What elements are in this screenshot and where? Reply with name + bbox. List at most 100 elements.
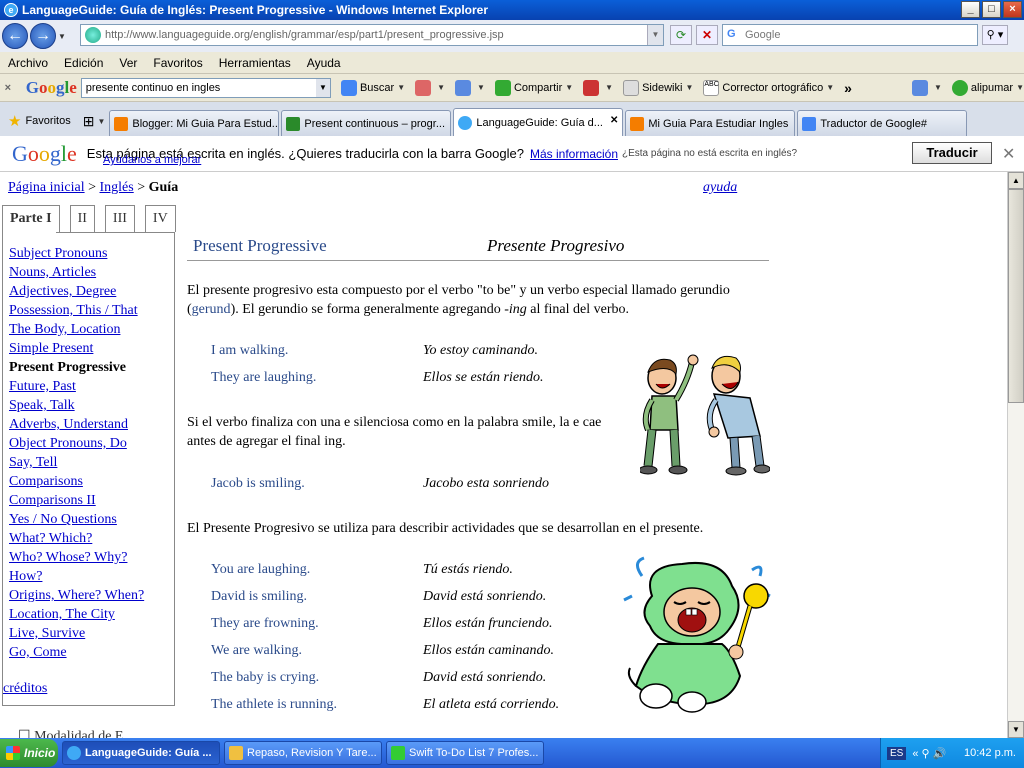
taskbar-item-repaso[interactable]: Repaso, Revision Y Tare... xyxy=(224,741,382,765)
example-en[interactable]: You are laughing. xyxy=(211,562,310,578)
sidebar-item-adjectives-degree[interactable]: Adjectives, Degree xyxy=(9,282,144,301)
sidebar-item-subject-pronouns[interactable]: Subject Pronouns xyxy=(9,244,144,263)
example-en[interactable]: The athlete is running. xyxy=(211,697,337,713)
sidebar-item-how[interactable]: How? xyxy=(9,567,144,586)
sidebar-item-present-progressive: Present Progressive xyxy=(9,360,127,375)
search-go-button[interactable]: ⚲ ▾ xyxy=(982,25,1008,45)
google-search-dropdown-icon[interactable]: ▼ xyxy=(315,78,330,97)
tab-languageguide[interactable]: LanguageGuide: Guía d... ✕ xyxy=(453,108,624,136)
tab-parte-3[interactable]: III xyxy=(104,205,135,232)
taskbar-item-swift-todo[interactable]: Swift To-Do List 7 Profes... xyxy=(386,741,544,765)
start-button[interactable]: Inicio xyxy=(0,739,58,767)
tab-close-icon[interactable]: ✕ xyxy=(610,115,618,126)
tab-parte-4[interactable]: IV xyxy=(144,205,176,232)
translate-close-icon[interactable]: ✕ xyxy=(1002,144,1015,164)
sidebar-item-location-city[interactable]: Location, The City xyxy=(9,605,144,624)
globe-icon xyxy=(458,115,473,130)
example-es: Ellos se están riendo. xyxy=(423,370,544,385)
tab-traductor[interactable]: Traductor de Google# xyxy=(797,110,968,136)
address-bar[interactable]: http://www.languageguide.org/english/gra… xyxy=(80,24,664,46)
sidebar-item-speak-talk[interactable]: Speak, Talk xyxy=(9,396,144,415)
menu-herramientas[interactable]: Herramientas xyxy=(211,56,299,70)
example-en[interactable]: The baby is crying. xyxy=(211,670,319,686)
gerund-link[interactable]: gerund xyxy=(192,302,231,317)
settings-button[interactable]: ▼ xyxy=(911,79,942,96)
page-scrollbar[interactable]: ▲ ▼ xyxy=(1007,172,1024,738)
sidebar-item-live-survive[interactable]: Live, Survive xyxy=(9,624,144,643)
minimize-button[interactable]: _ xyxy=(961,1,980,18)
quick-tabs-button[interactable]: ⊞ ▼ xyxy=(79,106,110,136)
taskbar-item-languageguide[interactable]: LanguageGuide: Guía ... xyxy=(62,741,220,765)
history-dropdown-icon[interactable]: ▼ xyxy=(56,32,68,41)
language-indicator[interactable]: ES xyxy=(887,746,907,760)
refresh-button[interactable]: ⟳ xyxy=(670,25,692,45)
popup-blocker-button[interactable]: ▼ xyxy=(583,79,613,96)
credits-link[interactable]: créditos xyxy=(3,681,47,697)
tab-parte-2[interactable]: II xyxy=(69,205,95,232)
help-link[interactable]: ayuda xyxy=(703,180,737,196)
tab-present-continuous[interactable]: Present continuous – progr... xyxy=(281,110,452,136)
maximize-button[interactable]: □ xyxy=(982,1,1001,18)
favorites-button[interactable]: ★ Favoritos xyxy=(0,106,79,136)
sidebar-item-origins[interactable]: Origins, Where? When? xyxy=(9,586,144,605)
menu-archivo[interactable]: Archivo xyxy=(0,56,56,70)
user-button[interactable]: alipumar ▼ xyxy=(951,79,1024,96)
scroll-up-icon[interactable]: ▲ xyxy=(1008,172,1024,189)
scroll-thumb[interactable] xyxy=(1008,189,1024,403)
sidebar-item-go-come[interactable]: Go, Come xyxy=(9,643,144,662)
example-en[interactable]: David is smiling. xyxy=(211,589,307,605)
sidebar-item-say-tell[interactable]: Say, Tell xyxy=(9,453,144,472)
tab-parte-1[interactable]: Parte I xyxy=(2,205,60,233)
address-dropdown-icon[interactable]: ▼ xyxy=(647,25,663,45)
translate-button[interactable]: Traducir xyxy=(912,142,992,164)
buscar-button[interactable]: Buscar ▼ xyxy=(340,79,405,96)
sidebar-item-comparisons-2[interactable]: Comparisons II xyxy=(9,491,144,510)
menu-favoritos[interactable]: Favoritos xyxy=(145,56,210,70)
back-button[interactable]: ← xyxy=(2,23,28,49)
menu-ver[interactable]: Ver xyxy=(111,56,145,70)
compartir-label: Compartir xyxy=(513,81,563,94)
sidebar-item-the-body[interactable]: The Body, Location xyxy=(9,320,144,339)
search-input[interactable]: G Google xyxy=(722,24,978,46)
sidebar-item-possession[interactable]: Possession, This / That xyxy=(9,301,144,320)
add-button[interactable]: ▼ xyxy=(455,79,485,96)
tray-icons[interactable]: « ⚲ 🔊 xyxy=(912,747,946,760)
sidewiki-button[interactable]: Sidewiki ▼ xyxy=(623,79,693,96)
breadcrumb-home[interactable]: Página inicial xyxy=(8,180,85,195)
tab-blogger[interactable]: Blogger: Mi Guia Para Estud... xyxy=(109,110,280,136)
close-button[interactable]: × xyxy=(1003,1,1022,18)
forward-button[interactable]: → xyxy=(30,23,56,49)
more-info-link[interactable]: Más información xyxy=(530,147,618,161)
sidebar-item-nouns-articles[interactable]: Nouns, Articles xyxy=(9,263,144,282)
google-search-input[interactable]: presente continuo en ingles ▼ xyxy=(80,77,331,98)
example-en[interactable]: We are walking. xyxy=(211,643,302,659)
sidebar-item-object-pronouns[interactable]: Object Pronouns, Do xyxy=(9,434,144,453)
example-es: David está sonriendo. xyxy=(423,670,547,685)
stop-button[interactable]: ✕ xyxy=(696,25,718,45)
example-en[interactable]: They are frowning. xyxy=(211,616,319,632)
not-english-link[interactable]: ¿Esta página no está escrita en inglés? xyxy=(622,148,797,159)
spellcheck-button[interactable]: ABC Corrector ortográfico ▼ xyxy=(703,79,834,96)
example-en[interactable]: Jacob is smiling. xyxy=(211,476,305,492)
breadcrumb-sep: > xyxy=(133,180,149,195)
toolbar-close-icon[interactable]: × xyxy=(0,82,16,94)
address-row: ← → ▼ http://www.languageguide.org/engli… xyxy=(0,20,1024,52)
example-en[interactable]: I am walking. xyxy=(211,343,288,359)
sidebar-item-future-past[interactable]: Future, Past xyxy=(9,377,144,396)
tab-mi-guia[interactable]: Mi Guia Para Estudiar Ingles xyxy=(625,110,796,136)
scroll-down-icon[interactable]: ▼ xyxy=(1008,721,1024,738)
help-improve-link[interactable]: Ayúdanos a mejorar xyxy=(103,154,201,166)
compartir-button[interactable]: Compartir ▼ xyxy=(494,79,573,96)
sidebar-item-what-which[interactable]: What? Which? xyxy=(9,529,144,548)
more-button[interactable]: » xyxy=(844,80,852,96)
bookmark-button[interactable]: ▼ xyxy=(415,79,445,96)
example-en[interactable]: They are laughing. xyxy=(211,370,316,386)
menu-ayuda[interactable]: Ayuda xyxy=(299,56,349,70)
sidebar-item-comparisons[interactable]: Comparisons xyxy=(9,472,144,491)
sidebar-item-simple-present[interactable]: Simple Present xyxy=(9,339,144,358)
menu-edicion[interactable]: Edición xyxy=(56,56,111,70)
breadcrumb-english[interactable]: Inglés xyxy=(100,180,134,195)
sidebar-item-who-whose[interactable]: Who? Whose? Why? xyxy=(9,548,144,567)
sidebar-item-adverbs[interactable]: Adverbs, Understand xyxy=(9,415,144,434)
sidebar-item-yes-no[interactable]: Yes / No Questions xyxy=(9,510,144,529)
